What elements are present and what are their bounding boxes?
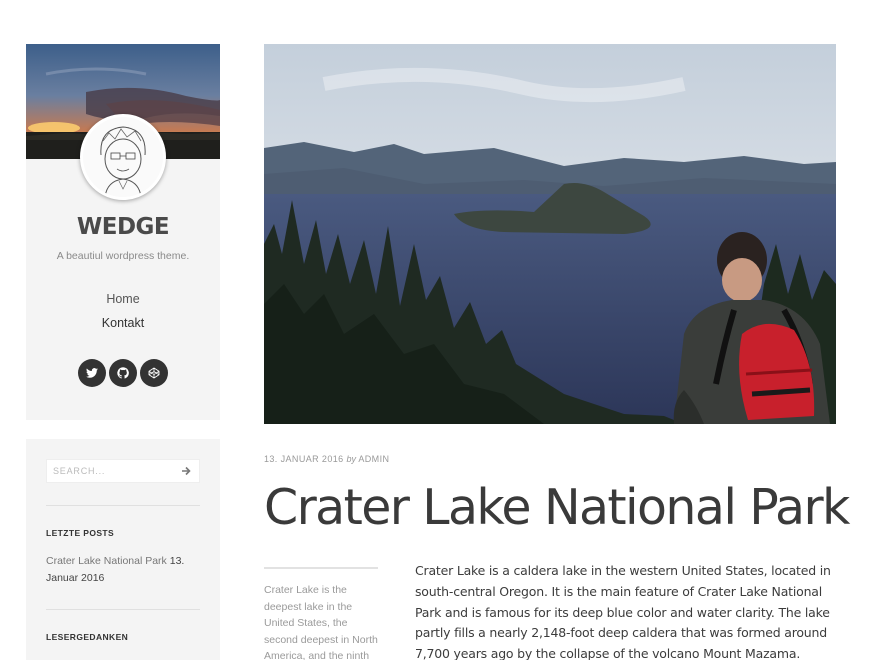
codepen-icon	[148, 367, 160, 379]
widgets-card: LETZTE POSTS Crater Lake National Park 1…	[26, 439, 220, 660]
post-by: by	[346, 454, 356, 464]
comments-title: LESERGEDANKEN	[46, 632, 129, 642]
avatar	[80, 114, 166, 200]
widget-divider	[46, 609, 200, 610]
recent-post-item: Crater Lake National Park 13. Januar 201…	[46, 553, 200, 587]
nav-item-home[interactable]: Home	[26, 292, 220, 306]
arrow-right-icon[interactable]	[181, 465, 191, 477]
recent-posts-title: LETZTE POSTS	[46, 528, 115, 538]
social-links	[78, 359, 168, 387]
recent-post-link[interactable]: Crater Lake National Park	[46, 555, 167, 567]
github-icon	[117, 367, 129, 379]
widget-divider	[46, 505, 200, 506]
nav-item-kontakt[interactable]: Kontakt	[26, 316, 220, 330]
twitter-icon	[86, 368, 98, 378]
pull-quote-rule	[264, 567, 378, 569]
twitter-button[interactable]	[78, 359, 106, 387]
profile-card: WEDGE A beautiul wordpress theme. Home K…	[26, 44, 220, 420]
codepen-button[interactable]	[140, 359, 168, 387]
post-date[interactable]: 13. JANUAR 2016	[264, 454, 344, 464]
site-title[interactable]: WEDGE	[26, 214, 220, 240]
search-form	[46, 459, 200, 483]
github-button[interactable]	[109, 359, 137, 387]
featured-image[interactable]	[264, 44, 836, 424]
post-author[interactable]: ADMIN	[358, 454, 389, 464]
site-tagline: A beautiul wordpress theme.	[56, 250, 190, 262]
pull-quote: Crater Lake is the deepest lake in the U…	[264, 584, 378, 660]
post-title[interactable]: Crater Lake National Park	[264, 476, 850, 540]
search-input[interactable]	[47, 460, 177, 482]
post-meta: 13. JANUAR 2016 by ADMIN	[264, 454, 389, 464]
post-body: Crater Lake is a caldera lake in the wes…	[415, 563, 831, 660]
